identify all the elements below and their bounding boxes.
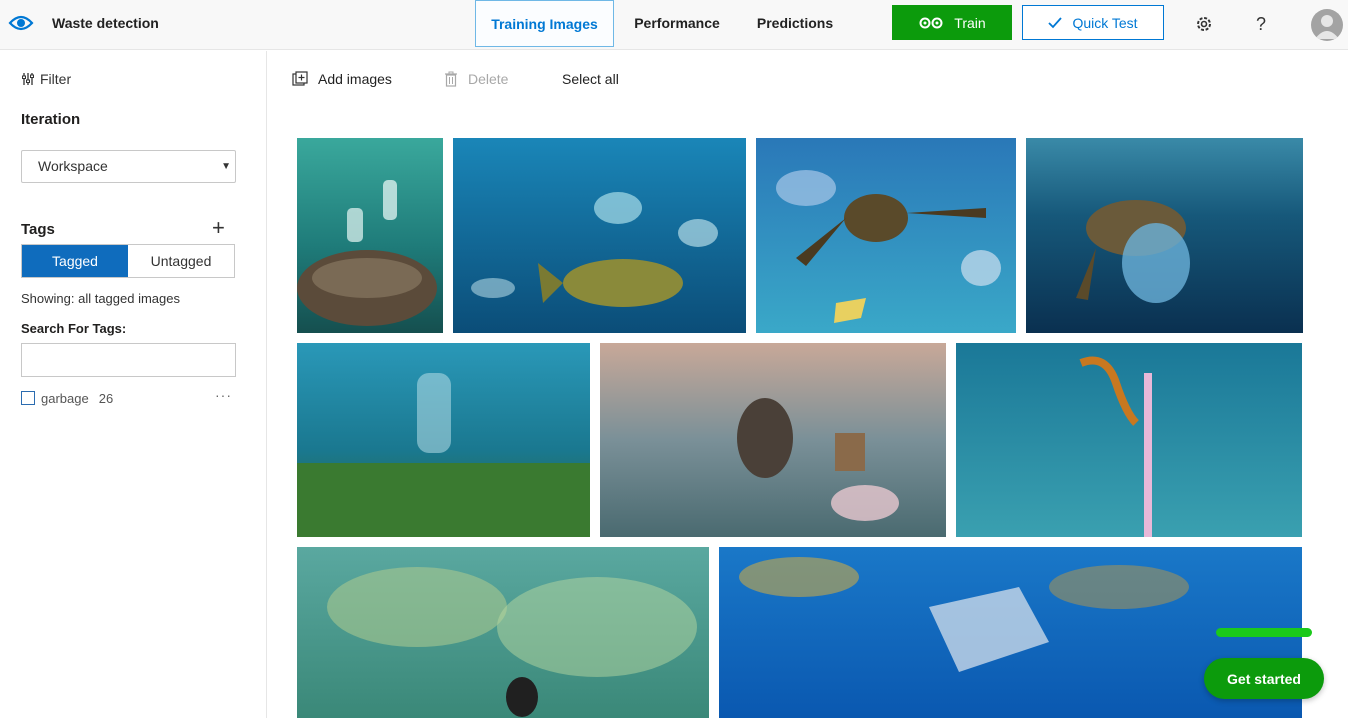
train-label: Train [954, 14, 986, 31]
select-all-label: Select all [562, 71, 619, 87]
tab-predictions[interactable]: Predictions [750, 0, 840, 47]
image-bottle-seagrass [297, 343, 590, 537]
image-coral-bottle [297, 138, 443, 333]
search-tags-heading: Search For Tags: [21, 321, 127, 336]
get-started-button[interactable]: Get started [1204, 658, 1324, 699]
eye-icon[interactable] [8, 11, 34, 35]
tagged-toggle: Tagged Untagged [21, 244, 235, 278]
search-tags-input[interactable] [21, 343, 236, 377]
tag-row-garbage: garbage 26 ··· [21, 387, 235, 407]
showing-text: Showing: all tagged images [21, 291, 180, 306]
quick-test-label: Quick Test [1072, 14, 1138, 31]
training-image-3[interactable] [756, 138, 1016, 333]
image-diver-debris [297, 547, 709, 718]
train-button[interactable]: Train [892, 5, 1012, 40]
training-image-8[interactable] [297, 547, 709, 718]
iteration-selected-value: Workspace [38, 158, 108, 174]
filter-icon [22, 73, 34, 85]
image-diver-plastic [600, 343, 946, 537]
checkmark-icon [1048, 16, 1063, 28]
tag-count: 26 [98, 390, 114, 406]
more-options-icon[interactable]: ··· [215, 387, 232, 403]
training-image-5[interactable] [297, 343, 590, 537]
image-turtle-bag [1026, 138, 1303, 333]
training-image-1[interactable] [297, 138, 443, 333]
delete-label: Delete [468, 71, 509, 87]
trash-icon [445, 71, 457, 87]
tags-heading: Tags [21, 221, 55, 238]
filter-label: Filter [40, 71, 72, 87]
iteration-select[interactable]: Workspace ▼ [21, 150, 236, 183]
training-image-4[interactable] [1026, 138, 1303, 333]
add-images-label: Add images [318, 71, 392, 87]
delete-button[interactable]: Delete [444, 71, 508, 87]
add-tag-icon[interactable]: + [212, 217, 225, 239]
training-image-7[interactable] [956, 343, 1302, 537]
add-images-button[interactable]: Add images [292, 71, 392, 87]
untagged-button[interactable]: Untagged [128, 245, 234, 277]
select-all-button[interactable]: Select all [562, 71, 619, 87]
tab-training-images[interactable]: Training Images [475, 0, 614, 47]
image-turtle-eating [756, 138, 1016, 333]
avatar-icon [1315, 15, 1339, 39]
tab-performance[interactable]: Performance [627, 0, 727, 47]
avatar[interactable] [1311, 9, 1343, 41]
image-fish-plastic [453, 138, 746, 333]
tagged-button[interactable]: Tagged [22, 245, 128, 277]
training-image-6[interactable] [600, 343, 946, 537]
iteration-heading: Iteration [21, 111, 81, 128]
training-image-2[interactable] [453, 138, 746, 333]
tag-name: garbage [41, 390, 89, 406]
gears-icon [919, 17, 943, 28]
onboarding-progress-indicator [1216, 628, 1312, 637]
caret-down-icon: ▼ [221, 161, 231, 172]
top-bar: Waste detection Training Images Performa… [0, 0, 1348, 50]
filter-button[interactable]: Filter [21, 71, 71, 87]
app-title: Waste detection [52, 15, 159, 31]
quick-test-button[interactable]: Quick Test [1022, 5, 1164, 40]
tag-checkbox[interactable] [21, 391, 35, 405]
help-icon[interactable]: ? [1249, 12, 1273, 36]
add-images-icon [292, 71, 308, 86]
gear-icon[interactable] [1192, 12, 1216, 36]
image-seahorse-swab [956, 343, 1302, 537]
sidebar: Filter Iteration Workspace ▼ Tags + Tagg… [0, 51, 267, 718]
